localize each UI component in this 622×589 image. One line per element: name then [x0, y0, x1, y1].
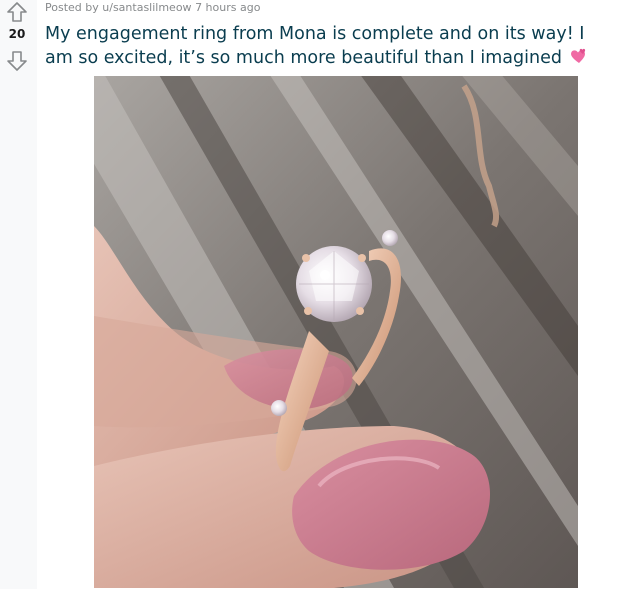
vote-score: 20: [8, 27, 26, 41]
post-title-text: My engagement ring from Mona is complete…: [45, 24, 585, 68]
downvote-arrow-icon[interactable]: [6, 50, 28, 72]
upvote-arrow-icon[interactable]: [6, 1, 28, 23]
post-timestamp[interactable]: 7 hours ago: [195, 1, 260, 14]
post-title[interactable]: My engagement ring from Mona is complete…: [45, 22, 615, 70]
engagement-ring-photo: [94, 76, 578, 588]
post-meta: Posted by u/santaslilmeow 7 hours ago: [45, 1, 260, 14]
post-image[interactable]: [94, 76, 578, 588]
vote-column: 20: [0, 0, 37, 589]
author-link[interactable]: u/santaslilmeow: [102, 1, 191, 14]
posted-by-label: Posted by: [45, 1, 99, 14]
two-hearts-emoji-icon: [568, 47, 588, 65]
